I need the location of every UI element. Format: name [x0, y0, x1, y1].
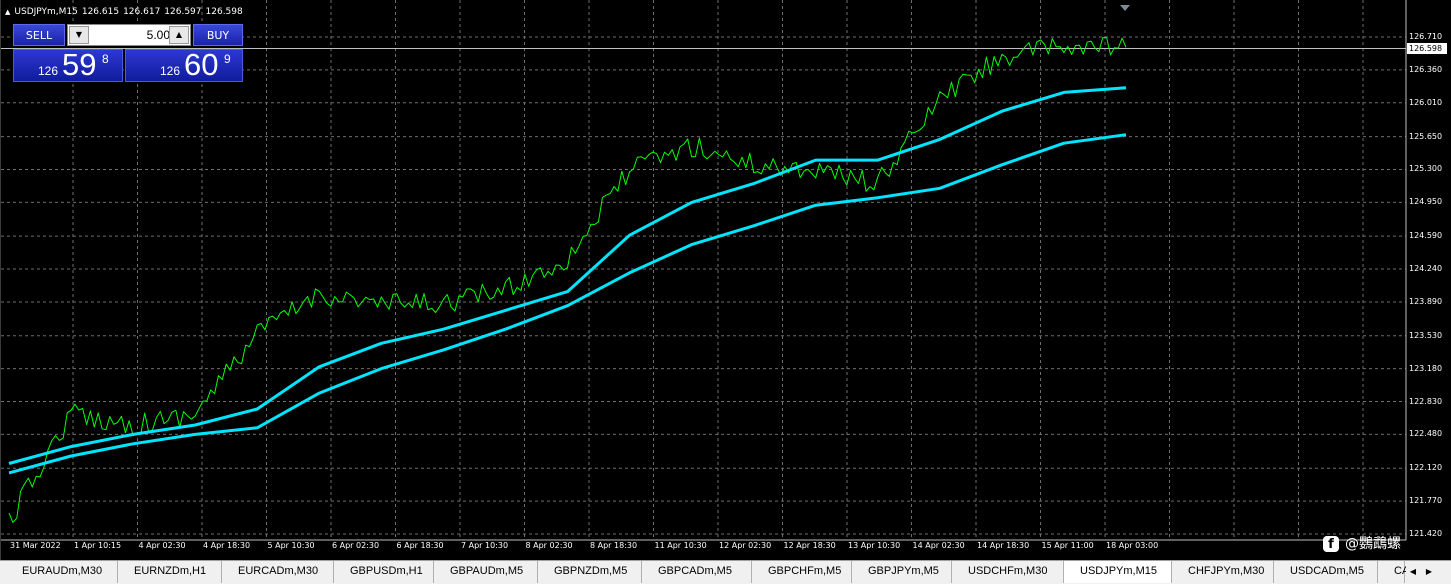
chart-tab[interactable]: CHFJPYm,M30 — [1172, 561, 1274, 583]
time-axis-label: 4 Apr 02:30 — [138, 541, 186, 550]
price-axis-label: 123.180 — [1409, 363, 1443, 373]
buy-price-prefix: 126 — [160, 64, 181, 78]
chart-window[interactable]: ▲ USDJPYm,M15 126.615 126.617 126.597 126.598… — [0, 0, 1451, 560]
price-axis-label: 122.120 — [1409, 463, 1443, 473]
time-axis-label: 6 Apr 02:30 — [332, 541, 380, 550]
moving-average-series-2 — [8, 133, 1127, 475]
time-axis-label: 5 Apr 10:30 — [267, 541, 315, 550]
sell-button[interactable]: SELL — [13, 24, 65, 46]
buy-button[interactable]: BUY — [193, 24, 243, 46]
chart-tab[interactable]: EURNZDm,H1 — [118, 561, 222, 583]
chart-tab[interactable]: GBPCHFm,M5 — [752, 561, 852, 583]
time-axis-label: 8 Apr 18:30 — [590, 541, 638, 550]
price-axis-label: 124.950 — [1409, 197, 1443, 207]
watermark: f @鸚鵡螺 — [1323, 534, 1401, 554]
price-axis-label: 126.360 — [1409, 64, 1443, 74]
time-axis-label: 13 Apr 10:30 — [848, 541, 901, 550]
price-axis-label: 121.420 — [1409, 529, 1443, 538]
price-axis-label: 122.480 — [1409, 429, 1443, 439]
price-axis-label: 125.650 — [1409, 131, 1443, 141]
chart-tab[interactable]: CAD — [1378, 561, 1417, 583]
chart-tab[interactable]: GBPAUDm,M5 — [434, 561, 538, 583]
price-axis-label: 125.300 — [1409, 164, 1443, 174]
buy-price-fraction: 9 — [224, 52, 231, 66]
time-axis-label: 6 Apr 18:30 — [396, 541, 444, 550]
sell-price-pips: 59 — [62, 47, 97, 82]
price-axis-label: 126.010 — [1409, 97, 1443, 107]
tab-scroll-right-icon[interactable]: ▶ — [1422, 564, 1436, 579]
chart-tab[interactable]: GBPJPYm,M5 — [852, 561, 952, 583]
series-layer — [8, 36, 1127, 523]
time-axis-label: 14 Apr 02:30 — [912, 541, 965, 550]
chart-tab[interactable]: GBPNZDm,M5 — [538, 561, 642, 583]
symbol-header: ▲ USDJPYm,M15 126.615 126.617 126.597 126.598 — [5, 5, 243, 19]
lot-increase-icon[interactable]: ▲ — [169, 26, 189, 44]
time-axis-label: 4 Apr 18:30 — [203, 541, 251, 550]
time-axis-label: 12 Apr 18:30 — [783, 541, 836, 550]
one-click-trading-panel: SELL ▼ ▲ BUY 126 59 8 126 60 9 — [13, 24, 243, 82]
chart-tab[interactable]: EURCADm,M30 — [222, 561, 334, 583]
ohlc-high: 126.617 — [123, 7, 161, 17]
time-axis-label: 18 Apr 03:00 — [1106, 541, 1159, 550]
time-axis-label: 15 Apr 11:00 — [1041, 541, 1094, 550]
lot-decrease-icon[interactable]: ▼ — [69, 26, 89, 44]
chart-tab[interactable]: USDJPYm,M15 — [1064, 561, 1172, 583]
chart-tab[interactable]: EURAUDm,M30 — [6, 561, 118, 583]
watermark-text: @鸚鵡螺 — [1345, 536, 1401, 552]
moving-average-series-1 — [8, 86, 1127, 465]
price-chart[interactable] — [1, 0, 1451, 560]
price-axis-label: 124.590 — [1409, 231, 1443, 241]
sell-price-prefix: 126 — [38, 64, 59, 78]
chart-tab[interactable]: GBPUSDm,H1 — [334, 561, 434, 583]
time-axis-label: 12 Apr 02:30 — [719, 541, 772, 550]
facebook-icon: f — [1323, 536, 1339, 552]
price-axis-label: 123.890 — [1409, 296, 1443, 306]
symbol-name: USDJPYm,M15 — [14, 7, 78, 17]
ohlc-close: 126.598 — [205, 7, 243, 17]
time-axis-label: 11 Apr 10:30 — [654, 541, 707, 550]
price-axis-label: 123.530 — [1409, 330, 1443, 340]
buy-price-quote[interactable]: 126 60 9 — [125, 47, 243, 82]
time-axis-label: 7 Apr 10:30 — [461, 541, 509, 550]
current-price-tag: 126.598 — [1407, 43, 1447, 54]
sell-price-quote[interactable]: 126 59 8 — [13, 47, 123, 82]
price-axis-label: 124.240 — [1409, 264, 1443, 274]
time-axis-label: 1 Apr 10:15 — [74, 541, 122, 550]
time-axis-label: 8 Apr 02:30 — [525, 541, 573, 550]
chart-tab[interactable]: USDCHFm,M30 — [952, 561, 1064, 583]
price-axis-label: 121.770 — [1409, 496, 1443, 506]
sell-price-fraction: 8 — [102, 52, 109, 66]
price-line-series — [8, 36, 1127, 523]
time-axis-label: 31 Mar 2022 — [10, 541, 61, 550]
collapse-triangle-icon[interactable]: ▲ — [5, 8, 10, 16]
time-axis-label: 14 Apr 18:30 — [977, 541, 1030, 550]
price-axis-label: 126.710 — [1409, 32, 1443, 41]
ohlc-open: 126.615 — [81, 7, 120, 17]
chart-tab-bar: EURAUDm,M30 EURNZDm,H1 EURCADm,M30 GBPUSDm,… — [0, 560, 1451, 584]
lot-size-stepper: ▼ ▲ — [67, 24, 191, 46]
price-axis-label: 122.830 — [1409, 396, 1443, 406]
shift-marker-icon[interactable] — [1120, 5, 1130, 11]
chart-tab[interactable]: GBPCADm,M5 — [642, 561, 752, 583]
ohlc-low: 126.597 — [164, 7, 202, 17]
tab-scroll-left-icon[interactable]: ◀ — [1406, 564, 1420, 579]
chart-tab[interactable]: USDCADm,M5 — [1274, 561, 1378, 583]
lot-size-input[interactable] — [90, 26, 172, 44]
buy-price-pips: 60 — [184, 47, 219, 82]
